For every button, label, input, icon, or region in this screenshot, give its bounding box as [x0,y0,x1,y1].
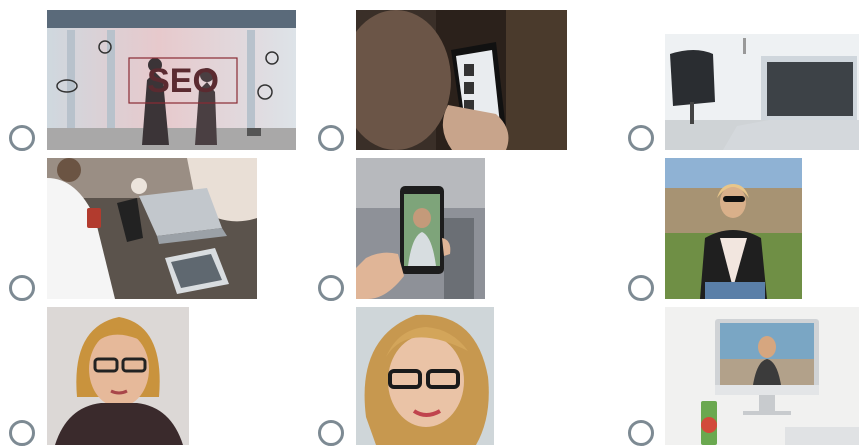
seo-overlay-text: SEO [147,62,219,100]
option-1-image[interactable]: SEO [47,10,296,150]
option-8-radio[interactable] [318,420,344,446]
option-3-radio[interactable] [628,125,654,151]
option-3-image[interactable] [665,10,859,150]
option-6-image[interactable] [665,158,802,299]
option-2-image[interactable] [356,10,567,150]
option-5-image[interactable] [356,158,485,299]
option-7-image[interactable] [47,307,189,445]
option-4-image[interactable] [47,158,257,299]
option-2-radio[interactable] [318,125,344,151]
option-7-radio[interactable] [9,420,35,446]
option-4-radio[interactable] [9,275,35,301]
option-6-radio[interactable] [628,275,654,301]
option-9-radio[interactable] [628,420,654,446]
option-5-radio[interactable] [318,275,344,301]
option-8-image[interactable] [356,307,494,445]
option-1-radio[interactable] [9,125,35,151]
option-9-image[interactable] [665,307,859,445]
